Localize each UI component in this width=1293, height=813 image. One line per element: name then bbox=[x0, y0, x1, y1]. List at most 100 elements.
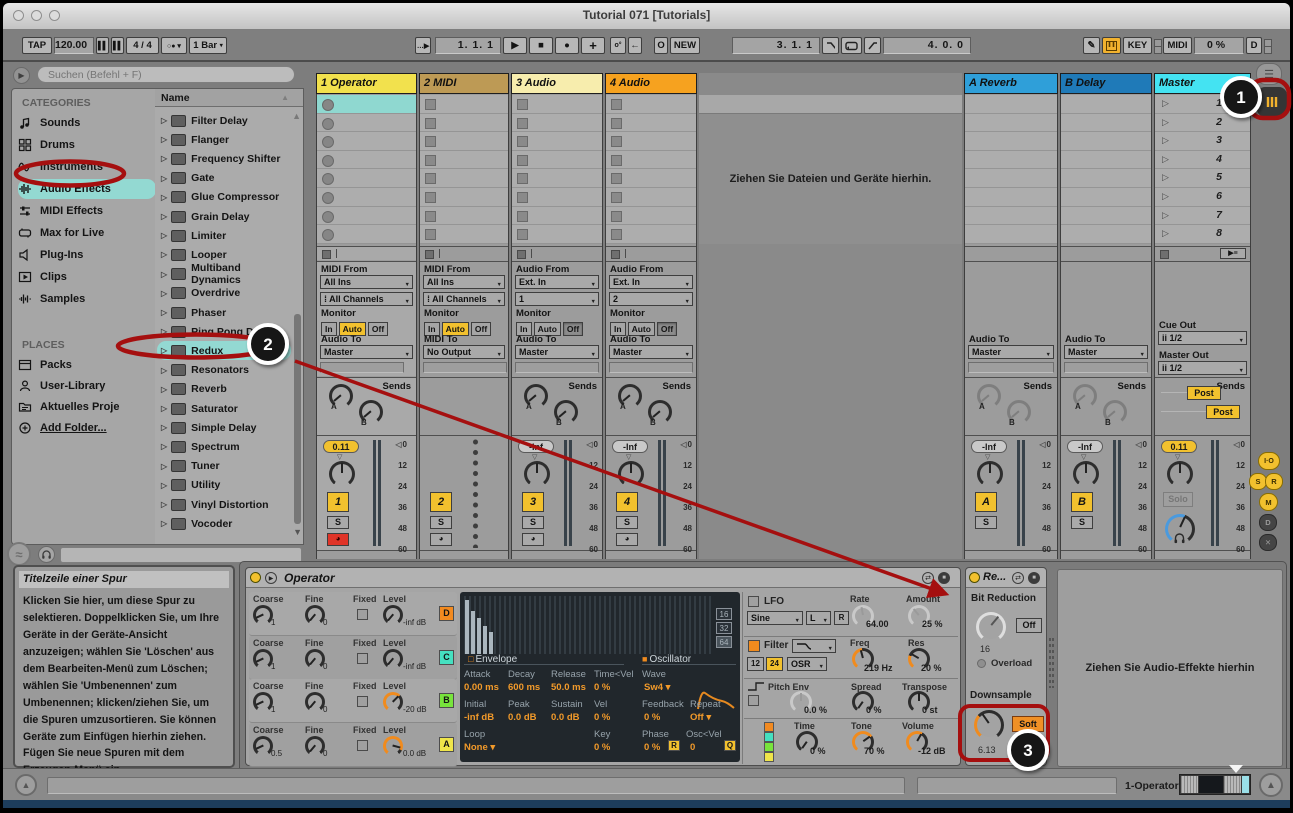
device-list-item-spectrum[interactable]: ▷ Spectrum bbox=[157, 437, 291, 456]
draw-mode-pencil-icon[interactable]: ✎ bbox=[1083, 37, 1100, 54]
operator-power-button[interactable] bbox=[250, 572, 261, 583]
sidebar-item-sounds[interactable]: Sounds bbox=[18, 113, 156, 133]
input-type-chooser[interactable]: Ext. In bbox=[609, 275, 693, 289]
wave-value[interactable]: Sw4 ▾ bbox=[644, 682, 670, 693]
clip-slot[interactable] bbox=[317, 225, 416, 244]
clip-slot[interactable] bbox=[606, 188, 696, 207]
show-io-button[interactable]: I·O bbox=[1258, 452, 1280, 470]
overdub-d-button[interactable]: D bbox=[1246, 37, 1262, 54]
clip-slot[interactable] bbox=[606, 113, 696, 133]
device-list-item-saturator[interactable]: ▷ Saturator bbox=[157, 399, 291, 418]
fixed-checkbox[interactable] bbox=[357, 652, 368, 664]
clip-record-circle[interactable] bbox=[322, 136, 334, 149]
device-chain-fold-arrow[interactable] bbox=[1229, 765, 1243, 773]
stop-clip-button[interactable] bbox=[425, 250, 434, 259]
scene-launch-icon[interactable]: ▷ bbox=[1162, 191, 1169, 202]
sidebar-item-samples[interactable]: Samples bbox=[18, 289, 156, 309]
clip-stop-square[interactable] bbox=[517, 229, 528, 241]
sidebar-place-aktuelles-proje[interactable]: Aktuelles Proje bbox=[18, 397, 156, 417]
scene-slot[interactable]: ▷ 1 bbox=[1155, 95, 1250, 114]
output-type-chooser[interactable]: Master bbox=[320, 345, 413, 359]
fixed-checkbox[interactable] bbox=[357, 609, 368, 620]
clip-slot[interactable] bbox=[512, 225, 602, 244]
lfo-dest-chooser[interactable]: L bbox=[806, 611, 831, 625]
clip-slot[interactable] bbox=[420, 206, 508, 226]
clip-stop-square[interactable] bbox=[425, 154, 436, 166]
device-list-item-glue-compressor[interactable]: ▷ Glue Compressor bbox=[157, 188, 291, 207]
expander-icon[interactable]: ▷ bbox=[161, 250, 167, 259]
scene-slot[interactable]: ▷ 4 bbox=[1155, 150, 1250, 170]
clip-stop-square[interactable] bbox=[611, 99, 622, 110]
initial-value[interactable]: -inf dB bbox=[464, 712, 494, 723]
capture-new-button[interactable]: NEW bbox=[670, 37, 700, 54]
solo-button[interactable]: S bbox=[1071, 516, 1093, 529]
filter-slope-12-button[interactable]: 12 bbox=[747, 657, 764, 671]
volume-value[interactable]: 0.11 bbox=[323, 440, 359, 453]
scene-slot[interactable]: ▷ 5 bbox=[1155, 169, 1250, 188]
expander-icon[interactable]: ▷ bbox=[161, 193, 167, 202]
coarse-knob[interactable] bbox=[253, 605, 273, 625]
scene-launch-icon[interactable]: ▷ bbox=[1162, 98, 1169, 109]
expander-icon[interactable]: ▷ bbox=[161, 366, 167, 375]
track-header[interactable]: 3 Audio bbox=[511, 73, 603, 94]
operator-title-bar[interactable]: ▶ Operator ⇄ ■ bbox=[246, 568, 960, 588]
pan-knob[interactable] bbox=[329, 461, 355, 487]
filter-circuit-chooser[interactable]: OSR bbox=[787, 657, 827, 671]
expander-icon[interactable]: ▷ bbox=[161, 154, 167, 163]
clip-stop-square[interactable] bbox=[517, 192, 528, 203]
clip-stop-square[interactable] bbox=[611, 173, 622, 185]
track-header[interactable]: B Delay bbox=[1060, 73, 1152, 94]
attack-value[interactable]: 0.00 ms bbox=[464, 682, 499, 693]
punch-out-icon[interactable] bbox=[864, 37, 881, 54]
show-mixer-button[interactable]: M bbox=[1259, 493, 1278, 511]
clip-slot[interactable] bbox=[317, 150, 416, 170]
bit-reduction-knob[interactable] bbox=[976, 612, 1006, 642]
expander-icon[interactable]: ▷ bbox=[161, 481, 167, 490]
clip-slot[interactable] bbox=[317, 206, 416, 226]
clip-record-circle[interactable] bbox=[322, 117, 334, 130]
device-drop-area[interactable]: Ziehen Sie Audio-Effekte hierhin bbox=[1057, 569, 1283, 767]
clip-slot[interactable] bbox=[512, 132, 602, 151]
op-select-square[interactable] bbox=[764, 722, 774, 732]
sidebar-item-audio-effects[interactable]: Audio Effects bbox=[18, 179, 156, 199]
clip-stop-square[interactable] bbox=[517, 136, 528, 148]
clip-slot[interactable] bbox=[420, 113, 508, 133]
level-knob[interactable] bbox=[383, 605, 403, 625]
clip-slot[interactable] bbox=[606, 225, 696, 244]
time-signature-display[interactable]: 4 / 4 bbox=[126, 37, 159, 54]
clip-stop-square[interactable] bbox=[425, 117, 436, 129]
device-list-item-filter-delay[interactable]: ▷ Filter Delay bbox=[157, 111, 291, 130]
master-solo-button[interactable]: Solo bbox=[1163, 492, 1193, 507]
input-type-chooser[interactable]: All Ins bbox=[320, 275, 413, 289]
solo-button[interactable]: S bbox=[522, 516, 544, 529]
lfo-checkbox[interactable] bbox=[748, 596, 759, 607]
clip-record-circle[interactable] bbox=[322, 192, 334, 204]
preview-headphone-icon[interactable] bbox=[38, 546, 55, 563]
nudge-down-button[interactable]: ▌▌ bbox=[96, 37, 109, 54]
sidebar-item-clips[interactable]: Clips bbox=[18, 267, 156, 287]
clip-stop-square[interactable] bbox=[611, 117, 622, 129]
post-b-button[interactable]: Post bbox=[1206, 405, 1240, 419]
clip-slot[interactable] bbox=[420, 169, 508, 188]
loop-start-display[interactable]: 3. 1. 1 bbox=[732, 37, 820, 54]
show-overview-button[interactable]: ▲ bbox=[1259, 773, 1283, 797]
device-list-item-redux[interactable]: ▷ Redux bbox=[157, 341, 291, 361]
clip-slot[interactable] bbox=[512, 150, 602, 170]
clip-slot[interactable] bbox=[606, 95, 696, 114]
track-activator-button[interactable]: 4 bbox=[616, 492, 638, 512]
master-pan-knob[interactable] bbox=[1167, 461, 1193, 487]
clip-slot[interactable] bbox=[317, 169, 416, 188]
input-channel-chooser[interactable]: ⁞ All Channels bbox=[423, 292, 505, 306]
device-list-item-ping-pong-delay[interactable]: ▷ Ping Pong Delay bbox=[157, 322, 291, 341]
solo-button[interactable]: S bbox=[975, 516, 997, 529]
track-header[interactable]: 2 MIDI bbox=[419, 73, 509, 94]
peak-value[interactable]: 0.0 dB bbox=[508, 712, 537, 723]
browser-fold-button[interactable]: ▶ bbox=[13, 67, 30, 84]
solo-button[interactable]: S bbox=[327, 516, 349, 529]
sidebar-item-drums[interactable]: Drums bbox=[18, 135, 156, 155]
oscvel-value[interactable]: 0 bbox=[690, 742, 695, 753]
volume-value[interactable]: -Inf bbox=[971, 440, 1007, 453]
sidebar-item-midi-effects[interactable]: MIDI Effects bbox=[18, 201, 156, 221]
search-input[interactable] bbox=[37, 66, 295, 83]
sidebar-item-plug-ins[interactable]: Plug-Ins bbox=[18, 245, 156, 265]
